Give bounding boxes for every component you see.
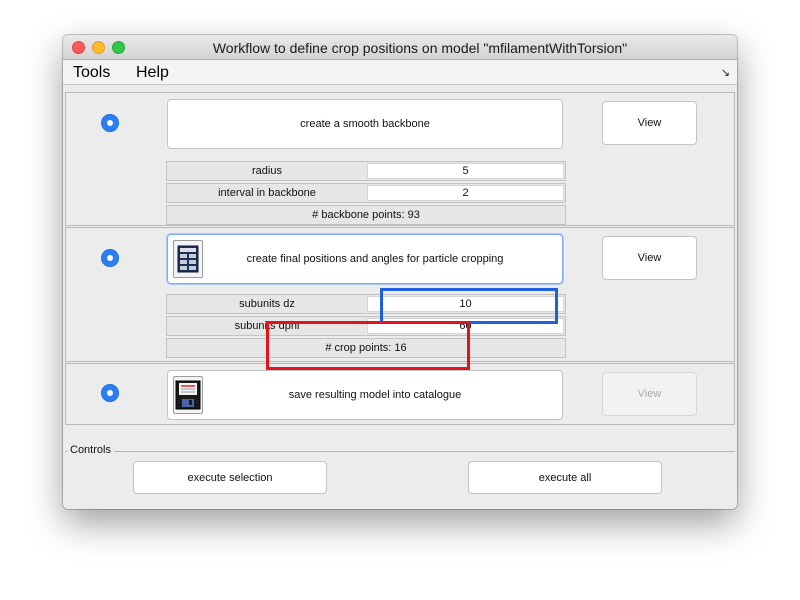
- controls-group-title: Controls: [67, 444, 114, 456]
- param-label-subunits-dz: subunits dz: [239, 298, 295, 310]
- view-crop-positions-button[interactable]: View: [602, 236, 697, 280]
- create-crop-positions-button[interactable]: create final positions and angles for pa…: [167, 234, 563, 284]
- view-save-model-button[interactable]: View: [602, 372, 697, 416]
- execute-selection-button[interactable]: execute selection: [133, 461, 327, 494]
- create-backbone-button[interactable]: create a smooth backbone: [167, 99, 563, 149]
- create-backbone-label: create a smooth backbone: [300, 118, 430, 130]
- menu-bar: Tools Help ↘: [63, 61, 737, 85]
- menu-help[interactable]: Help: [136, 64, 169, 82]
- create-crop-positions-label: create final positions and angles for pa…: [246, 253, 504, 265]
- param-label-radius: radius: [252, 165, 282, 177]
- param-input-radius[interactable]: 5: [367, 163, 564, 179]
- step-radio-backbone[interactable]: [101, 114, 119, 132]
- annotation-highlight-blue: [380, 288, 558, 324]
- backbone-points-info: # backbone points: 93: [166, 205, 566, 225]
- title-bar: Workflow to define crop positions on mod…: [63, 35, 737, 60]
- table-icon: [173, 240, 203, 278]
- step-radio-crop-positions[interactable]: [101, 249, 119, 267]
- execute-selection-label: execute selection: [187, 471, 273, 484]
- view-backbone-button[interactable]: View: [602, 101, 697, 145]
- workflow-window: Workflow to define crop positions on mod…: [63, 35, 737, 509]
- window-title: Workflow to define crop positions on mod…: [212, 40, 628, 56]
- view-backbone-label: View: [637, 117, 662, 129]
- menu-tools[interactable]: Tools: [73, 64, 110, 82]
- floppy-save-icon: [173, 376, 203, 414]
- annotation-highlight-red: [266, 321, 470, 370]
- step-panel-backbone: create a smooth backbone View radius 5 i…: [65, 92, 735, 226]
- toolbar-toggle-icon[interactable]: ↘: [721, 66, 730, 79]
- step-panel-save-model: save resulting model into catalogue View: [65, 363, 735, 425]
- param-row-interval: interval in backbone 2: [166, 183, 566, 203]
- save-model-label: save resulting model into catalogue: [288, 389, 462, 401]
- execute-all-button[interactable]: execute all: [468, 461, 662, 494]
- execute-all-label: execute all: [538, 471, 592, 484]
- view-crop-positions-label: View: [637, 252, 662, 264]
- param-row-radius: radius 5: [166, 161, 566, 181]
- param-input-interval[interactable]: 2: [367, 185, 564, 201]
- save-model-button[interactable]: save resulting model into catalogue: [167, 370, 563, 420]
- step-radio-save-model[interactable]: [101, 384, 119, 402]
- view-save-model-label: View: [637, 388, 662, 400]
- param-label-interval: interval in backbone: [218, 187, 316, 199]
